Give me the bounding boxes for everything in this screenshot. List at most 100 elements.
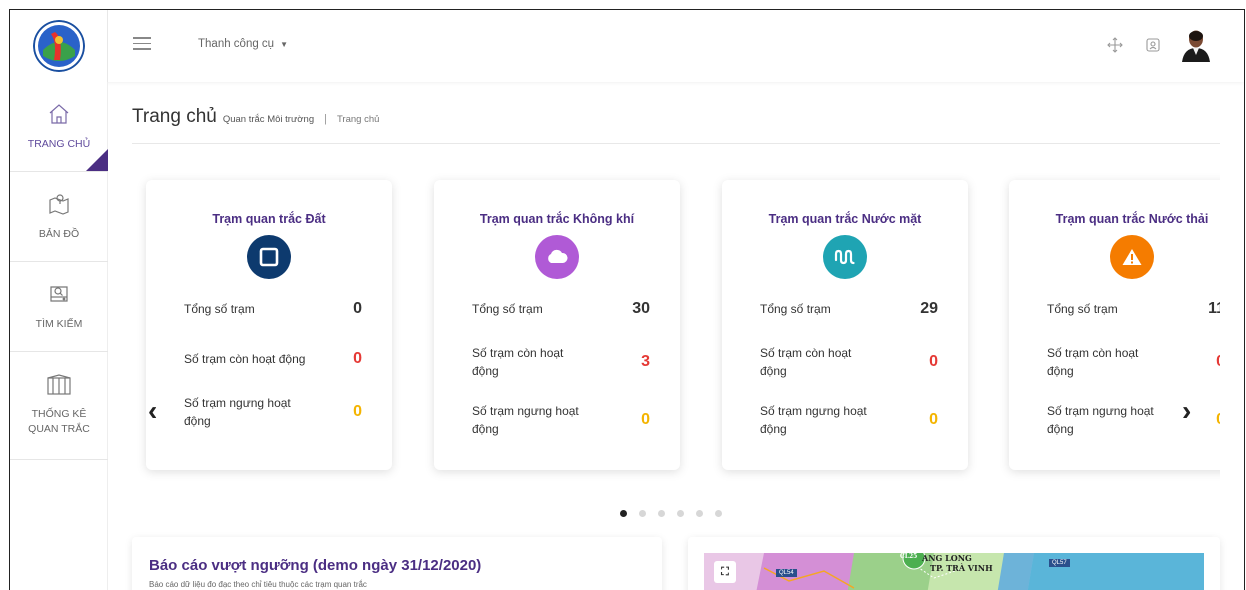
active-label: Số trạm còn hoạt động — [472, 346, 564, 378]
cloud-icon — [535, 235, 579, 279]
carousel-dot[interactable] — [715, 510, 722, 517]
active-value: 0 — [353, 350, 362, 367]
active-value: 0 — [929, 353, 938, 370]
carousel-dot[interactable] — [639, 510, 646, 517]
breadcrumb-current: Trang chủ — [336, 114, 380, 125]
active-row: Số trạm còn hoạt động 0 — [184, 350, 362, 368]
total-label: Tổng số trạm — [1047, 302, 1118, 316]
warning-icon — [1110, 235, 1154, 279]
carousel-dot[interactable] — [620, 510, 627, 517]
total-row: Tổng số trạm 11 — [1047, 300, 1220, 318]
menu-toggle-icon[interactable] — [133, 37, 151, 51]
active-indicator — [86, 149, 108, 171]
report-subtitle: Báo cáo dữ liệu đo đạc theo chỉ tiêu thu… — [149, 580, 367, 589]
total-label: Tổng số trạm — [184, 302, 255, 316]
divider — [132, 143, 1220, 144]
stopped-value: 0 — [929, 411, 938, 428]
stopped-label: Số trạm ngưng hoạt động — [184, 396, 291, 428]
carousel-pagination — [620, 510, 722, 517]
carousel-dot[interactable] — [658, 510, 665, 517]
stopped-row: Số trạm ngưng hoạt động 0 — [184, 394, 362, 430]
app-window: Thanh công cụ ▼ TRANG CHỦ BẢN ĐỒ TÌM KIẾ… — [9, 9, 1245, 590]
total-row: Tổng số trạm 0 — [184, 300, 362, 318]
page-title: Trang chủ — [132, 106, 217, 127]
map-view[interactable]: ⛶ CL25 ANG LONG TP. TRÀ VINH QL54 QL57 — [704, 553, 1204, 590]
active-label: Số trạm còn hoạt động — [184, 352, 306, 366]
total-row: Tổng số trạm 30 — [472, 300, 650, 318]
logo-cell — [10, 10, 108, 82]
station-card-air[interactable]: Trạm quan trắc Không khí Tổng số trạm 30… — [434, 180, 680, 470]
top-header: Thanh công cụ ▼ — [10, 10, 1244, 82]
carousel-next-arrow-icon[interactable]: › — [1182, 397, 1191, 425]
fullscreen-icon[interactable] — [1104, 34, 1126, 56]
active-label: Số trạm còn hoạt động — [1047, 346, 1139, 378]
active-row: Số trạm còn hoạt động 3 — [472, 344, 650, 380]
caret-down-icon: ▼ — [280, 39, 289, 49]
active-row: Số trạm còn hoạt động 0 — [760, 344, 938, 380]
home-icon — [47, 102, 71, 131]
total-value: 0 — [353, 300, 362, 317]
theme-toggle-icon[interactable] — [1142, 34, 1164, 56]
map-icon — [47, 192, 71, 221]
page-header: Trang chủ Quan trắc Môi trường | Trang c… — [132, 106, 379, 128]
stats-icon — [46, 374, 72, 401]
active-value: 0 — [1216, 353, 1220, 371]
card-title: Trạm quan trắc Nước thải — [1055, 212, 1209, 226]
map-fullscreen-icon[interactable]: ⛶ — [714, 561, 736, 583]
active-row: Số trạm còn hoạt động 0 — [1047, 344, 1220, 380]
carousel-dot[interactable] — [677, 510, 684, 517]
map-marker-label: CL25 — [900, 553, 918, 560]
sidebar-item-map[interactable]: BẢN ĐỒ — [10, 172, 108, 262]
sidebar-item-stats[interactable]: THỐNG KÊ QUAN TRẮC — [10, 352, 108, 460]
tools-dropdown[interactable]: Thanh công cụ ▼ — [198, 38, 288, 50]
sidebar-item-label: TÌM KIẾM — [35, 317, 83, 330]
station-card-wastewater[interactable]: Trạm quan trắc Nước thải Tổng số trạm 11… — [1009, 180, 1220, 470]
report-title: Báo cáo vượt ngưỡng (demo ngày 31/12/202… — [149, 557, 482, 574]
active-label: Số trạm còn hoạt động — [760, 346, 852, 378]
total-label: Tổng số trạm — [760, 302, 831, 316]
main-content: Trang chủ Quan trắc Môi trường | Trang c… — [132, 82, 1220, 590]
card-title: Trạm quan trắc Không khí — [479, 212, 635, 226]
total-value: 29 — [920, 300, 938, 317]
map-road-tag: QL54 — [776, 569, 797, 577]
sidebar: TRANG CHỦ BẢN ĐỒ TÌM KIẾM THỐNG KÊ QUAN … — [10, 82, 108, 590]
stopped-label: Số trạm ngưng hoạt động — [760, 404, 867, 436]
wave-icon — [823, 235, 867, 279]
sidebar-item-label: BẢN ĐỒ — [38, 227, 80, 240]
header-actions — [1104, 28, 1212, 62]
map-place-label: ANG LONG — [922, 553, 972, 563]
tools-dropdown-label: Thanh công cụ — [198, 38, 275, 50]
sidebar-item-home[interactable]: TRANG CHỦ — [10, 82, 108, 172]
station-card-surface-water[interactable]: Trạm quan trắc Nước mặt Tổng số trạm 29 … — [722, 180, 968, 470]
stopped-label: Số trạm ngưng hoạt động — [472, 404, 579, 436]
breadcrumb-separator: | — [324, 113, 327, 125]
sidebar-item-label: THỐNG KÊ QUAN TRẮC — [28, 408, 90, 435]
stopped-row: Số trạm ngưng hoạt động 0 — [1047, 402, 1220, 438]
stopped-value: 0 — [641, 411, 650, 428]
card-title: Trạm quan trắc Đất — [212, 212, 326, 226]
map-road-tag: QL57 — [1049, 559, 1070, 567]
map-card: ⛶ CL25 ANG LONG TP. TRÀ VINH QL54 QL57 — [688, 537, 1220, 590]
total-label: Tổng số trạm — [472, 302, 543, 316]
sidebar-item-search[interactable]: TÌM KIẾM — [10, 262, 108, 352]
sidebar-item-label: TRANG CHỦ — [27, 137, 91, 150]
breadcrumb-section[interactable]: Quan trắc Môi trường — [223, 114, 314, 125]
stopped-value: 0 — [353, 403, 362, 420]
station-carousel: Trạm quan trắc Đất Tổng số trạm 0 Số trạ… — [132, 172, 1220, 482]
ministry-logo[interactable] — [32, 20, 85, 72]
total-value: 30 — [632, 300, 650, 317]
threshold-report-card: Báo cáo vượt ngưỡng (demo ngày 31/12/202… — [132, 537, 662, 590]
map-place-label: TP. TRÀ VINH — [930, 563, 993, 573]
total-value: 11 — [1208, 300, 1220, 317]
square-icon — [247, 235, 291, 279]
station-card-land[interactable]: Trạm quan trắc Đất Tổng số trạm 0 Số trạ… — [146, 180, 392, 470]
active-value: 3 — [641, 353, 650, 370]
stopped-label: Số trạm ngưng hoạt động — [1047, 404, 1154, 436]
carousel-prev-arrow-icon[interactable]: ‹ — [148, 397, 157, 425]
user-avatar[interactable] — [1180, 28, 1212, 62]
stopped-row: Số trạm ngưng hoạt động 0 — [472, 402, 650, 438]
stopped-value: 0 — [1216, 411, 1220, 429]
search-drive-icon — [47, 282, 71, 311]
carousel-dot[interactable] — [696, 510, 703, 517]
total-row: Tổng số trạm 29 — [760, 300, 938, 318]
